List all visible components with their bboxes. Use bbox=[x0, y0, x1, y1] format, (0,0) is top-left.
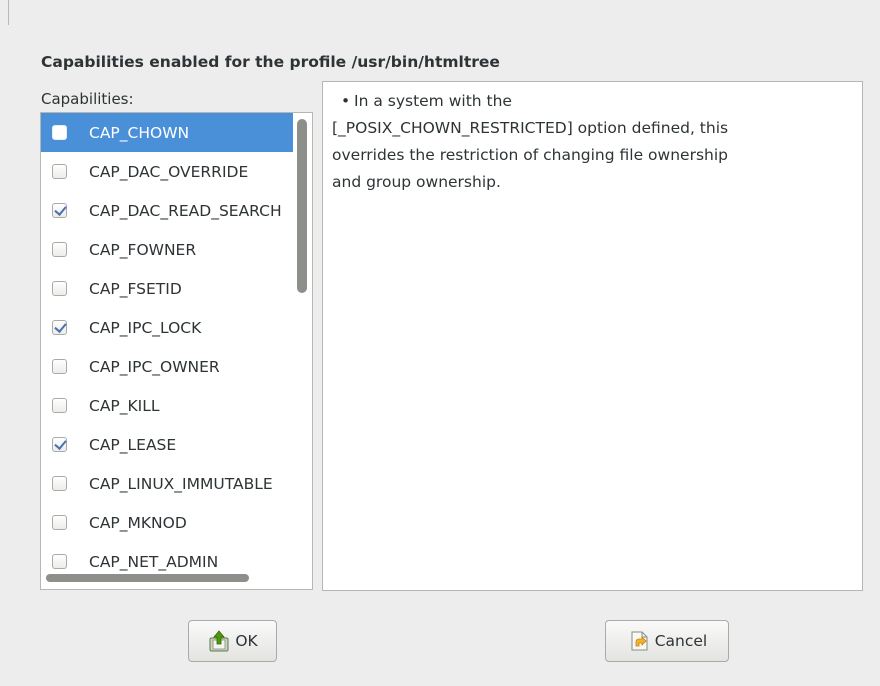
description-line: In a system with the bbox=[354, 92, 512, 110]
vertical-scrollbar[interactable] bbox=[297, 115, 307, 572]
window-frame-edge bbox=[8, 0, 9, 25]
capability-checkbox[interactable] bbox=[52, 203, 67, 218]
ok-button[interactable]: OK bbox=[188, 620, 277, 662]
capabilities-list-rows: CAP_CHOWN CAP_DAC_OVERRIDE CAP_DAC_READ_SE… bbox=[41, 113, 293, 572]
capabilities-list[interactable]: CAP_CHOWN CAP_DAC_OVERRIDE CAP_DAC_READ_SE… bbox=[40, 112, 313, 590]
capability-label: CAP_KILL bbox=[89, 396, 160, 415]
capability-label: CAP_IPC_LOCK bbox=[89, 318, 202, 337]
capability-row[interactable]: CAP_FOWNER bbox=[41, 230, 293, 269]
description-line: and group ownership. bbox=[332, 173, 501, 191]
capability-row[interactable]: CAP_LINUX_IMMUTABLE bbox=[41, 464, 293, 503]
description-line: [_POSIX_CHOWN_RESTRICTED] option defined… bbox=[332, 119, 729, 137]
capability-row[interactable]: CAP_IPC_LOCK bbox=[41, 308, 293, 347]
capability-checkbox[interactable] bbox=[52, 242, 67, 257]
description-bullet-item: • In a system with the bbox=[332, 88, 852, 115]
capability-row[interactable]: CAP_DAC_READ_SEARCH bbox=[41, 191, 293, 230]
capability-label: CAP_MKNOD bbox=[89, 513, 187, 532]
capability-description: • In a system with the [_POSIX_CHOWN_RES… bbox=[322, 81, 863, 591]
capability-label: CAP_DAC_READ_SEARCH bbox=[89, 201, 282, 220]
capability-label: CAP_FSETID bbox=[89, 279, 182, 298]
capability-row[interactable]: CAP_MKNOD bbox=[41, 503, 293, 542]
capability-label: CAP_NET_ADMIN bbox=[89, 552, 219, 571]
capability-checkbox[interactable] bbox=[52, 515, 67, 530]
capability-checkbox[interactable] bbox=[52, 437, 67, 452]
capability-row[interactable]: CAP_NET_ADMIN bbox=[41, 542, 293, 572]
capability-checkbox[interactable] bbox=[52, 554, 67, 569]
cancel-button-label: Cancel bbox=[654, 632, 708, 650]
capabilities-label: Capabilities: bbox=[41, 90, 134, 108]
horizontal-scrollbar-thumb[interactable] bbox=[46, 574, 249, 582]
capability-label: CAP_LINUX_IMMUTABLE bbox=[89, 474, 273, 493]
capability-label: CAP_CHOWN bbox=[89, 123, 190, 142]
capability-row[interactable]: CAP_KILL bbox=[41, 386, 293, 425]
capability-row[interactable]: CAP_DAC_OVERRIDE bbox=[41, 152, 293, 191]
dialog-title: Capabilities enabled for the profile /us… bbox=[41, 53, 500, 71]
capability-checkbox[interactable] bbox=[52, 476, 67, 491]
capability-row[interactable]: CAP_LEASE bbox=[41, 425, 293, 464]
capability-label: CAP_FOWNER bbox=[89, 240, 197, 259]
capability-row[interactable]: CAP_FSETID bbox=[41, 269, 293, 308]
capability-checkbox[interactable] bbox=[52, 164, 67, 179]
horizontal-scrollbar[interactable] bbox=[43, 573, 295, 583]
vertical-scrollbar-thumb[interactable] bbox=[297, 119, 307, 293]
cancel-icon bbox=[631, 631, 648, 651]
capability-label: CAP_DAC_OVERRIDE bbox=[89, 162, 249, 181]
cancel-button[interactable]: Cancel bbox=[605, 620, 729, 662]
description-line: overrides the restriction of changing fi… bbox=[332, 146, 728, 164]
capability-checkbox[interactable] bbox=[52, 281, 67, 296]
capability-checkbox[interactable] bbox=[52, 125, 67, 140]
bullet-mark: • bbox=[341, 92, 351, 110]
capability-row[interactable]: CAP_IPC_OWNER bbox=[41, 347, 293, 386]
capability-label: CAP_LEASE bbox=[89, 435, 177, 454]
capability-checkbox[interactable] bbox=[52, 398, 67, 413]
ok-icon bbox=[209, 630, 229, 652]
capability-checkbox[interactable] bbox=[52, 320, 67, 335]
ok-button-label: OK bbox=[235, 632, 258, 650]
capability-row[interactable]: CAP_CHOWN bbox=[41, 113, 293, 152]
capability-checkbox[interactable] bbox=[52, 359, 67, 374]
capability-label: CAP_IPC_OWNER bbox=[89, 357, 220, 376]
